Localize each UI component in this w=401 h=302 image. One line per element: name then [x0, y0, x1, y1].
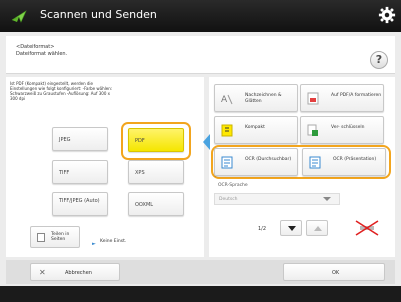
- cancel-button[interactable]: ✕ Abbrechen: [30, 263, 120, 281]
- option-compact-button[interactable]: Kompakt: [214, 116, 298, 144]
- lock-icon: [307, 124, 318, 136]
- compact-icon: [221, 124, 233, 137]
- option-encrypt-button[interactable]: Ver- schlüsseln: [300, 116, 384, 144]
- format-button-tiff-jpeg[interactable]: TIFF/JPEG (Auto): [52, 192, 108, 216]
- svg-text:A: A: [221, 95, 228, 105]
- ocr-language-label: OCR-Sprache: [218, 183, 248, 188]
- ok-button[interactable]: OK: [283, 263, 385, 281]
- help-button[interactable]: ?: [370, 51, 388, 69]
- gear-icon[interactable]: [378, 6, 396, 24]
- window-title: Scannen und Senden: [40, 8, 157, 21]
- cancel-label: Abbrechen: [65, 270, 92, 276]
- arrow-indicator-icon: ►: [92, 241, 96, 247]
- close-icon: ✕: [39, 268, 46, 277]
- split-pages-label: Teilen in Seiten: [51, 232, 70, 242]
- split-pages-value: Keine Einst.: [100, 239, 127, 244]
- option-label: Auf PDF/A formatieren: [331, 93, 382, 98]
- page-subtitle: Dateiformat wählen.: [16, 51, 68, 57]
- format-info-text: Ist PDF (Kompakt) eingestellt, werden di…: [10, 81, 113, 101]
- ocr-icon: [309, 156, 321, 169]
- option-label: Ver- schlüsseln: [331, 125, 365, 130]
- reset-settings-icon[interactable]: [352, 219, 382, 237]
- option-pdfa-button[interactable]: Auf PDF/A formatieren: [300, 84, 384, 112]
- page-down-button[interactable]: [280, 220, 302, 236]
- page-title: <Dateiformat>: [16, 44, 55, 50]
- ocr-language-select[interactable]: Deutsch: [214, 193, 340, 205]
- format-button-xps[interactable]: XPS: [128, 160, 184, 184]
- pdfa-icon: [307, 92, 319, 105]
- option-label: Nachzeichnen & Glätten: [245, 93, 282, 104]
- ocr-icon: [221, 156, 233, 169]
- option-trace-smooth-button[interactable]: A Nachzeichnen & Glätten: [214, 84, 298, 112]
- trace-smooth-icon: A: [221, 94, 233, 105]
- page-header: <Dateiformat> Dateiformat wählen.: [6, 36, 395, 74]
- option-label: OCR (Durchsuchbar): [245, 157, 292, 162]
- format-button-jpeg[interactable]: JPEG: [52, 127, 108, 151]
- scan-send-app-icon: [11, 10, 27, 23]
- title-bar: Scannen und Senden: [0, 0, 401, 32]
- ocr-language-value: Deutsch: [219, 197, 238, 202]
- chevron-down-icon: [323, 197, 331, 201]
- arrow-up-icon: [314, 226, 322, 231]
- pages-icon: [37, 233, 45, 242]
- footer-bar: [0, 286, 401, 302]
- page-indicator: 1/2: [258, 226, 267, 232]
- ok-label: OK: [332, 270, 340, 276]
- format-button-tiff[interactable]: TIFF: [52, 160, 108, 184]
- option-label: Kompakt: [245, 125, 265, 130]
- option-label: OCR (Präsentation): [333, 157, 377, 162]
- split-pages-button[interactable]: Teilen in Seiten: [30, 226, 80, 248]
- page-up-button[interactable]: [306, 220, 328, 236]
- format-button-ooxml[interactable]: OOXML: [128, 192, 184, 216]
- arrow-down-icon: [288, 226, 296, 231]
- option-ocr-searchable-button[interactable]: OCR (Durchsuchbar): [214, 148, 298, 176]
- pointer-arrow-icon: [203, 134, 210, 150]
- format-button-pdf[interactable]: PDF: [128, 128, 184, 152]
- option-ocr-presentation-button[interactable]: OCR (Präsentation): [302, 148, 386, 176]
